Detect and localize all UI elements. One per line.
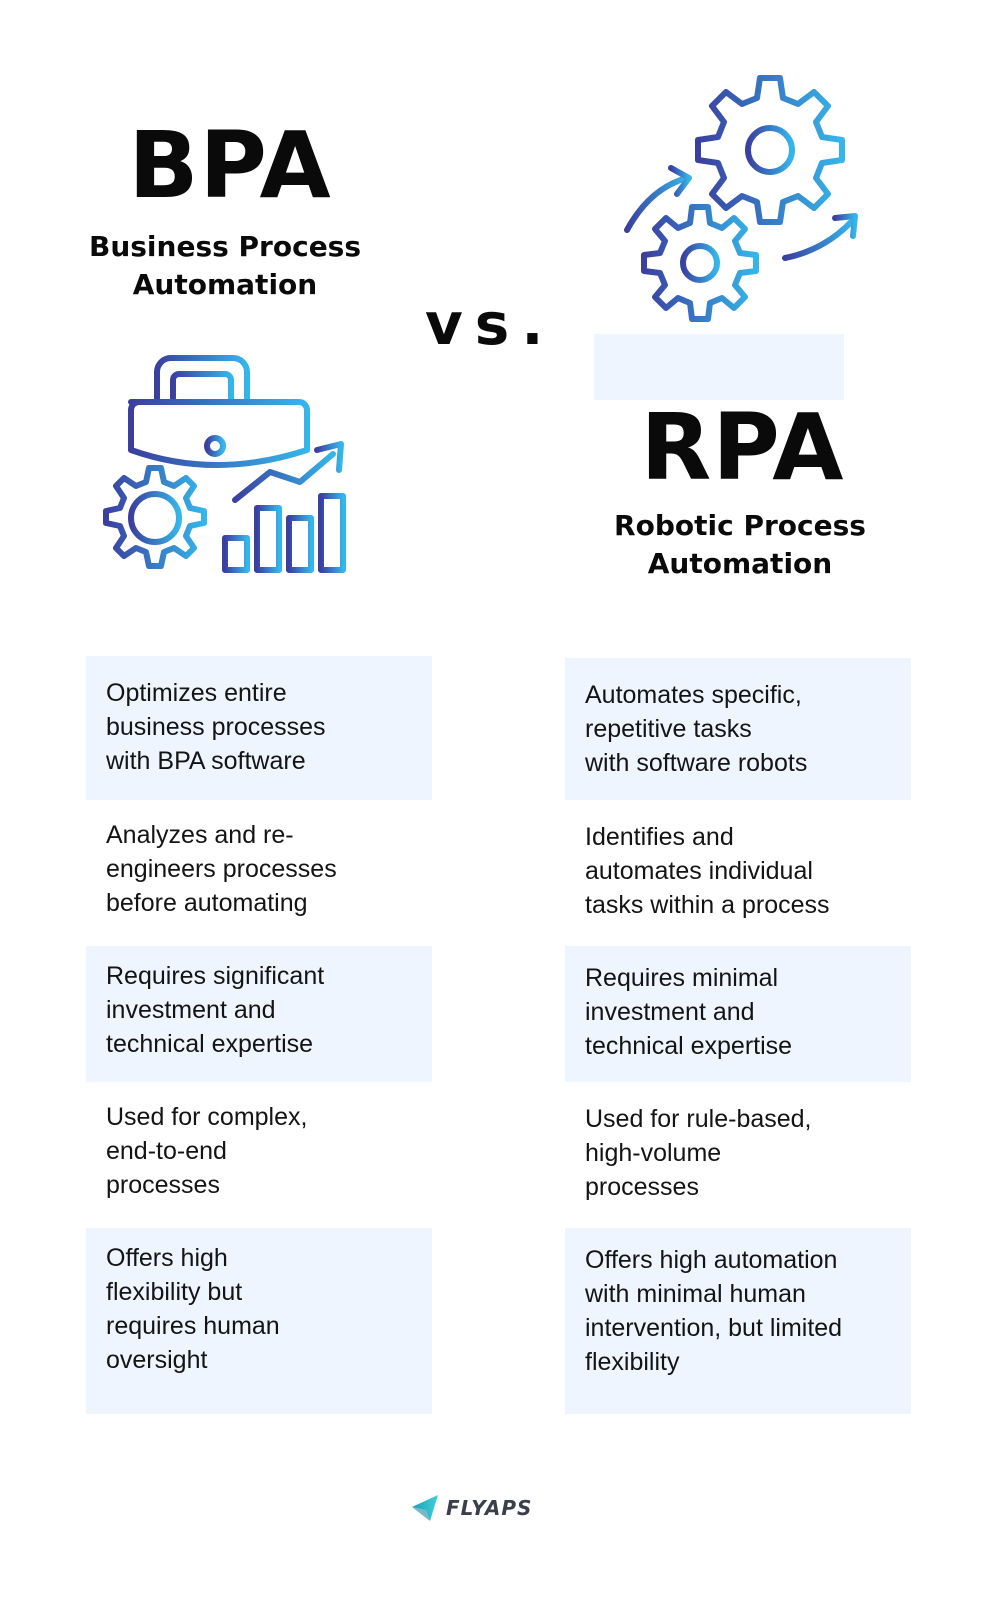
bpa-row-4-text: Used for complex, end-to-end processes [106, 1103, 308, 1199]
rpa-full-name: Robotic Process Automation [614, 509, 866, 580]
rpa-row-2: Identifies and automates individual task… [565, 800, 911, 946]
rpa-row-1: Automates specific, repetitive tasks wit… [565, 658, 911, 800]
brand-name: FLYAPS [446, 1496, 533, 1520]
bpa-row-3: Requires significant investment and tech… [86, 946, 432, 1082]
bpa-full-name: Business Process Automation [88, 230, 362, 301]
bpa-row-4: Used for complex, end-to-end processes [86, 1082, 432, 1228]
vs-label: vs. [425, 290, 556, 358]
bpa-row-3-text: Requires significant investment and tech… [106, 962, 325, 1058]
bpa-row-2-text: Analyzes and re- engineers processes bef… [106, 821, 337, 917]
gears-arrows-icon [624, 75, 858, 322]
rpa-row-5-text: Offers high automation with minimal huma… [585, 1246, 843, 1376]
bpa-row-5: Offers high flexibility but requires hum… [86, 1228, 432, 1414]
rpa-row-4-text: Used for rule-based, high-volume process… [585, 1105, 812, 1201]
bpa-acronym: BPA [128, 112, 332, 219]
rpa-row-5: Offers high automation with minimal huma… [565, 1228, 911, 1414]
rpa-acronym: RPA [640, 394, 845, 501]
bpa-row-2: Analyzes and re- engineers processes bef… [86, 800, 432, 946]
rpa-row-3-text: Requires minimal investment and technica… [585, 964, 793, 1060]
flyaps-logo: FLYAPS [410, 1493, 532, 1523]
image-placeholder-box [594, 334, 844, 400]
bpa-row-5-text: Offers high flexibility but requires hum… [106, 1244, 280, 1374]
bpa-row-1: Optimizes entire business processes with… [86, 656, 432, 800]
rpa-row-4: Used for rule-based, high-volume process… [565, 1082, 911, 1228]
rpa-row-1-text: Automates specific, repetitive tasks wit… [585, 681, 808, 777]
paper-plane-logo-icon [412, 1495, 438, 1521]
rpa-row-3: Requires minimal investment and technica… [565, 946, 911, 1082]
rpa-row-2-text: Identifies and automates individual task… [585, 823, 830, 919]
bpa-row-1-text: Optimizes entire business processes with… [106, 679, 326, 775]
briefcase-gear-chart-icon [103, 355, 346, 573]
